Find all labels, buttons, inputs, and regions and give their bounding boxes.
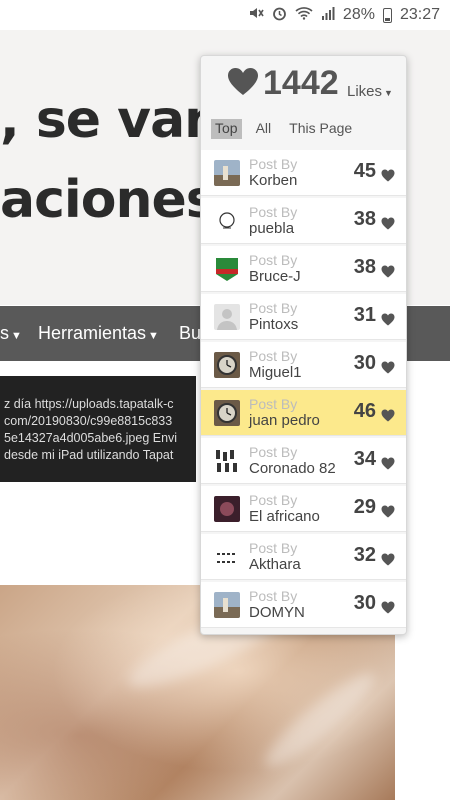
heart-icon (381, 263, 395, 278)
status-bar: 28% 23:27 (0, 0, 450, 30)
like-count: 30 (353, 352, 376, 374)
tooltip-line: com/20190830/c99e8815c833 (4, 414, 173, 428)
nav-item-herramientas[interactable]: Herramientas ▼ (38, 323, 159, 344)
post-by-label: Post By (249, 204, 298, 220)
likes-row[interactable]: Post By puebla 38 (201, 198, 406, 244)
user-name[interactable]: Korben (249, 172, 297, 189)
heart-icon (381, 407, 395, 422)
like-count: 29 (353, 496, 376, 518)
likes-row[interactable]: Post By Bruce-J 38 (201, 246, 406, 292)
likes-header: 1442 Likes ▼ (201, 56, 406, 114)
user-name[interactable]: DOMYN (249, 604, 305, 621)
user-name[interactable]: Miguel1 (249, 364, 302, 381)
like-count: 38 (353, 256, 376, 278)
likes-row[interactable]: Post By DOMYN 30 (201, 582, 406, 628)
like-count: 45 (353, 160, 376, 182)
heart-icon (381, 599, 395, 614)
likes-total: 1442 (263, 64, 339, 102)
likes-tabs: Top All This Page (211, 119, 356, 139)
heart-icon (228, 68, 258, 95)
battery-percent: 28% (342, 6, 375, 23)
like-count: 30 (353, 592, 376, 614)
tooltip-line: desde mi iPad utilizando Tapat (4, 448, 174, 462)
post-by-label: Post By (249, 348, 298, 364)
signal-icon (321, 6, 335, 24)
user-name[interactable]: juan pedro (249, 412, 320, 429)
nav-item-partial[interactable]: s ▼ (0, 323, 22, 344)
user-name[interactable]: Coronado 82 (249, 460, 336, 477)
post-by-label: Post By (249, 252, 298, 268)
heart-icon (381, 167, 395, 182)
nav-item-label: Bu (179, 323, 202, 343)
likes-row[interactable]: Post By Pintoxs 31 (201, 294, 406, 340)
likes-label: Likes (347, 83, 383, 100)
wifi-icon (295, 6, 313, 24)
post-by-label: Post By (249, 588, 298, 604)
headline-line-2: aciones (0, 170, 217, 230)
watch-avatar[interactable] (214, 352, 240, 378)
default-avatar[interactable] (214, 304, 240, 330)
post-by-label: Post By (249, 444, 298, 460)
image-highlight (256, 663, 384, 777)
user-name[interactable]: Pintoxs (249, 316, 298, 333)
pattern-avatar[interactable] (214, 448, 240, 474)
battery-icon (382, 7, 392, 23)
user-name[interactable]: puebla (249, 220, 294, 237)
like-count: 32 (353, 544, 376, 566)
likes-row[interactable]: Post By Akthara 32 (201, 534, 406, 580)
post-by-label: Post By (249, 156, 298, 172)
post-preview-tooltip: z día https://uploads.tapatalk-c com/201… (0, 376, 196, 482)
likes-dropdown[interactable]: Likes ▼ (347, 83, 393, 100)
likes-row[interactable]: Post By Coronado 82 34 (201, 438, 406, 484)
likes-row[interactable]: Post By juan pedro 46 (201, 390, 406, 436)
post-by-label: Post By (249, 300, 298, 316)
headline-line-1: , se van (0, 90, 221, 150)
user-name[interactable]: Bruce-J (249, 268, 301, 285)
caret-down-icon: ▼ (384, 88, 393, 98)
heart-icon (381, 359, 395, 374)
nav-item-label: Herramientas (38, 323, 147, 343)
badge-avatar[interactable] (214, 256, 240, 282)
caret-down-icon: ▼ (11, 330, 22, 342)
user-name[interactable]: El africano (249, 508, 320, 525)
tab-top[interactable]: Top (211, 119, 242, 139)
tab-this-page[interactable]: This Page (285, 119, 356, 139)
likes-row[interactable]: Post By El africano 29 (201, 486, 406, 532)
post-by-label: Post By (249, 396, 298, 412)
nav-item-label: s (0, 323, 9, 343)
tooltip-line: 5e14327a4d005abe6.jpeg Envi (4, 431, 178, 445)
tab-all[interactable]: All (252, 119, 276, 139)
tooltip-line: z día https://uploads.tapatalk-c (4, 397, 174, 411)
likes-panel: 1442 Likes ▼ Top All This Page Post By Kor… (200, 55, 407, 635)
user-name[interactable]: Akthara (249, 556, 301, 573)
watch-avatar[interactable] (214, 400, 240, 426)
heart-icon (381, 551, 395, 566)
alarm-icon (272, 6, 287, 25)
photo-avatar[interactable] (214, 160, 240, 186)
sketch-avatar[interactable] (214, 208, 240, 234)
likes-row[interactable]: Post By Miguel1 30 (201, 342, 406, 388)
like-count: 31 (353, 304, 376, 326)
photo-avatar[interactable] (214, 592, 240, 618)
heart-icon (381, 503, 395, 518)
text-avatar[interactable] (214, 544, 240, 570)
like-count: 34 (353, 448, 376, 470)
dark-avatar[interactable] (214, 496, 240, 522)
clock: 23:27 (399, 6, 440, 23)
heart-icon (381, 215, 395, 230)
like-count: 46 (353, 400, 376, 422)
post-by-label: Post By (249, 540, 298, 556)
like-count: 38 (353, 208, 376, 230)
mute-icon (248, 6, 264, 24)
caret-down-icon: ▼ (148, 330, 159, 342)
heart-icon (381, 311, 395, 326)
nav-item-bu[interactable]: Bu (179, 323, 201, 344)
likes-row[interactable]: Post By Korben 45 (201, 150, 406, 196)
heart-icon (381, 455, 395, 470)
post-by-label: Post By (249, 492, 298, 508)
